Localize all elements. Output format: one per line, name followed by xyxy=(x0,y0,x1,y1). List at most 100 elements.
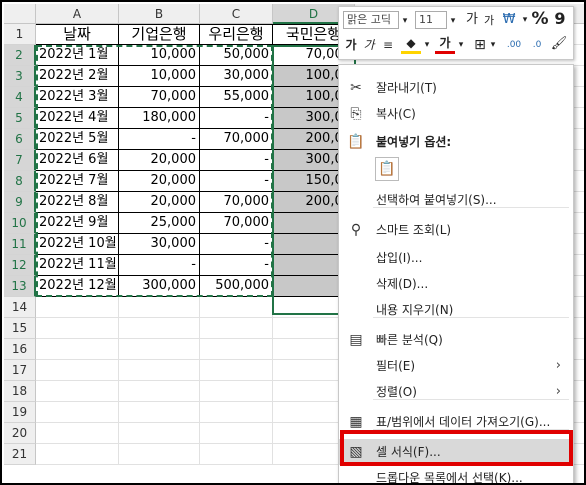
empty-cell[interactable] xyxy=(36,381,119,402)
table-cell-a[interactable]: 2022년 3월 xyxy=(36,87,119,108)
row-header[interactable]: 8 xyxy=(4,171,36,192)
table-cell-c[interactable]: 70,000 xyxy=(200,213,273,234)
empty-cell[interactable] xyxy=(200,339,273,360)
table-cell-b[interactable]: - xyxy=(119,129,200,150)
table-cell-c[interactable]: 500,000 xyxy=(200,276,273,297)
font-size-box[interactable]: 11 xyxy=(415,11,447,29)
menu-item-quick-analysis[interactable]: ▤ 빠른 분석(Q) xyxy=(339,327,573,353)
borders-icon[interactable]: ⊞ xyxy=(471,35,489,55)
shrink-font-icon[interactable]: 가 xyxy=(481,11,497,31)
table-cell-c[interactable]: - xyxy=(200,255,273,276)
decrease-decimal-icon[interactable]: .0 xyxy=(527,35,547,55)
paste-clipboard-icon[interactable]: 📋 xyxy=(375,157,399,181)
row-header[interactable]: 16 xyxy=(4,339,36,360)
row-header[interactable]: 1 xyxy=(4,24,36,45)
row-header[interactable]: 15 xyxy=(4,318,36,339)
table-cell-a[interactable]: 2022년 4월 xyxy=(36,108,119,129)
font-color-icon[interactable]: 가 xyxy=(435,35,455,54)
chevron-down-icon[interactable]: ▾ xyxy=(423,35,431,55)
empty-cell[interactable] xyxy=(200,297,273,318)
empty-cell[interactable] xyxy=(36,318,119,339)
row-header[interactable]: 21 xyxy=(4,444,36,465)
align-icon[interactable]: ≡ xyxy=(379,35,397,55)
font-name-box[interactable]: 맑은 고딕 xyxy=(343,11,399,29)
empty-cell[interactable] xyxy=(200,402,273,423)
menu-item-paste-special[interactable]: 선택하여 붙여넣기(S)... xyxy=(339,187,573,213)
empty-cell[interactable] xyxy=(200,423,273,444)
italic-icon[interactable]: 가 xyxy=(361,35,377,55)
empty-cell[interactable] xyxy=(36,339,119,360)
menu-item-filter[interactable]: 필터(E) › xyxy=(339,353,573,379)
table-cell-c[interactable]: - xyxy=(200,234,273,255)
table-cell-b[interactable]: 30,000 xyxy=(119,234,200,255)
column-header-a[interactable]: A xyxy=(36,4,119,24)
chevron-down-icon[interactable]: ▾ xyxy=(447,11,459,31)
row-header[interactable]: 7 xyxy=(4,150,36,171)
table-cell-a[interactable]: 2022년 5월 xyxy=(36,129,119,150)
chevron-down-icon[interactable]: ▾ xyxy=(457,35,465,55)
empty-cell[interactable] xyxy=(200,360,273,381)
table-cell-b[interactable]: - xyxy=(119,255,200,276)
column-header-b[interactable]: B xyxy=(119,4,200,24)
table-cell-c[interactable]: - xyxy=(200,171,273,192)
menu-item-format-cells[interactable]: ▧ 셀 서식(F)... xyxy=(339,439,573,465)
empty-cell[interactable] xyxy=(119,402,200,423)
table-cell-b[interactable]: 180,000 xyxy=(119,108,200,129)
menu-item-clear-contents[interactable]: 내용 지우기(N) xyxy=(339,297,573,323)
empty-cell[interactable] xyxy=(119,423,200,444)
menu-item-pick-from-dropdown[interactable]: 드롭다운 목록에서 선택(K)... xyxy=(339,465,573,483)
empty-cell[interactable] xyxy=(36,360,119,381)
table-cell-a[interactable]: 2022년 8월 xyxy=(36,192,119,213)
empty-cell[interactable] xyxy=(119,381,200,402)
table-cell-c[interactable]: 50,000 xyxy=(200,45,273,66)
row-header[interactable]: 9 xyxy=(4,192,36,213)
bold-icon[interactable]: 가 xyxy=(343,35,359,55)
table-cell-b[interactable]: 20,000 xyxy=(119,150,200,171)
menu-item-sort[interactable]: 정렬(O) › xyxy=(339,379,573,405)
row-header[interactable]: 10 xyxy=(4,213,36,234)
empty-cell[interactable] xyxy=(119,339,200,360)
table-cell-b[interactable]: 20,000 xyxy=(119,192,200,213)
row-header[interactable]: 6 xyxy=(4,129,36,150)
format-painter-icon[interactable]: 🖌 xyxy=(549,34,569,54)
row-header[interactable]: 18 xyxy=(4,381,36,402)
table-cell-a[interactable]: 2022년 10월 xyxy=(36,234,119,255)
empty-cell[interactable] xyxy=(36,423,119,444)
percent-icon[interactable]: % xyxy=(531,9,549,29)
select-all-corner[interactable] xyxy=(4,4,36,24)
row-header[interactable]: 19 xyxy=(4,402,36,423)
row-header[interactable]: 4 xyxy=(4,87,36,108)
header-cell-a[interactable]: 날짜 xyxy=(36,24,119,45)
column-header-c[interactable]: C xyxy=(200,4,273,24)
menu-item-copy[interactable]: ⎘ 복사(C) xyxy=(339,101,573,127)
menu-item-delete[interactable]: 삭제(D)... xyxy=(339,271,573,297)
table-cell-c[interactable]: 70,000 xyxy=(200,192,273,213)
row-header[interactable]: 5 xyxy=(4,108,36,129)
table-cell-a[interactable]: 2022년 7월 xyxy=(36,171,119,192)
row-header[interactable]: 3 xyxy=(4,66,36,87)
chevron-down-icon[interactable]: ▾ xyxy=(489,35,497,55)
fill-color-icon[interactable]: ◆ xyxy=(401,35,421,54)
empty-cell[interactable] xyxy=(200,318,273,339)
header-cell-c[interactable]: 우리은행 xyxy=(200,24,273,45)
table-cell-c[interactable]: 70,000 xyxy=(200,129,273,150)
table-cell-a[interactable]: 2022년 11월 xyxy=(36,255,119,276)
table-cell-b[interactable]: 10,000 xyxy=(119,66,200,87)
table-cell-a[interactable]: 2022년 1월 xyxy=(36,45,119,66)
grow-font-icon[interactable]: 가 xyxy=(463,10,481,30)
row-header[interactable]: 11 xyxy=(4,234,36,255)
table-cell-b[interactable]: 70,000 xyxy=(119,87,200,108)
table-cell-a[interactable]: 2022년 2월 xyxy=(36,66,119,87)
row-header[interactable]: 20 xyxy=(4,423,36,444)
table-cell-c[interactable]: 30,000 xyxy=(200,66,273,87)
table-cell-a[interactable]: 2022년 6월 xyxy=(36,150,119,171)
menu-item-insert[interactable]: 삽입(I)... xyxy=(339,245,573,271)
increase-decimal-icon[interactable]: .00 xyxy=(503,35,525,55)
row-header[interactable]: 17 xyxy=(4,360,36,381)
table-cell-b[interactable]: 20,000 xyxy=(119,171,200,192)
empty-cell[interactable] xyxy=(119,360,200,381)
table-cell-a[interactable]: 2022년 9월 xyxy=(36,213,119,234)
chevron-down-icon[interactable]: ▾ xyxy=(521,10,529,30)
table-cell-c[interactable]: - xyxy=(200,108,273,129)
table-cell-c[interactable]: 55,000 xyxy=(200,87,273,108)
